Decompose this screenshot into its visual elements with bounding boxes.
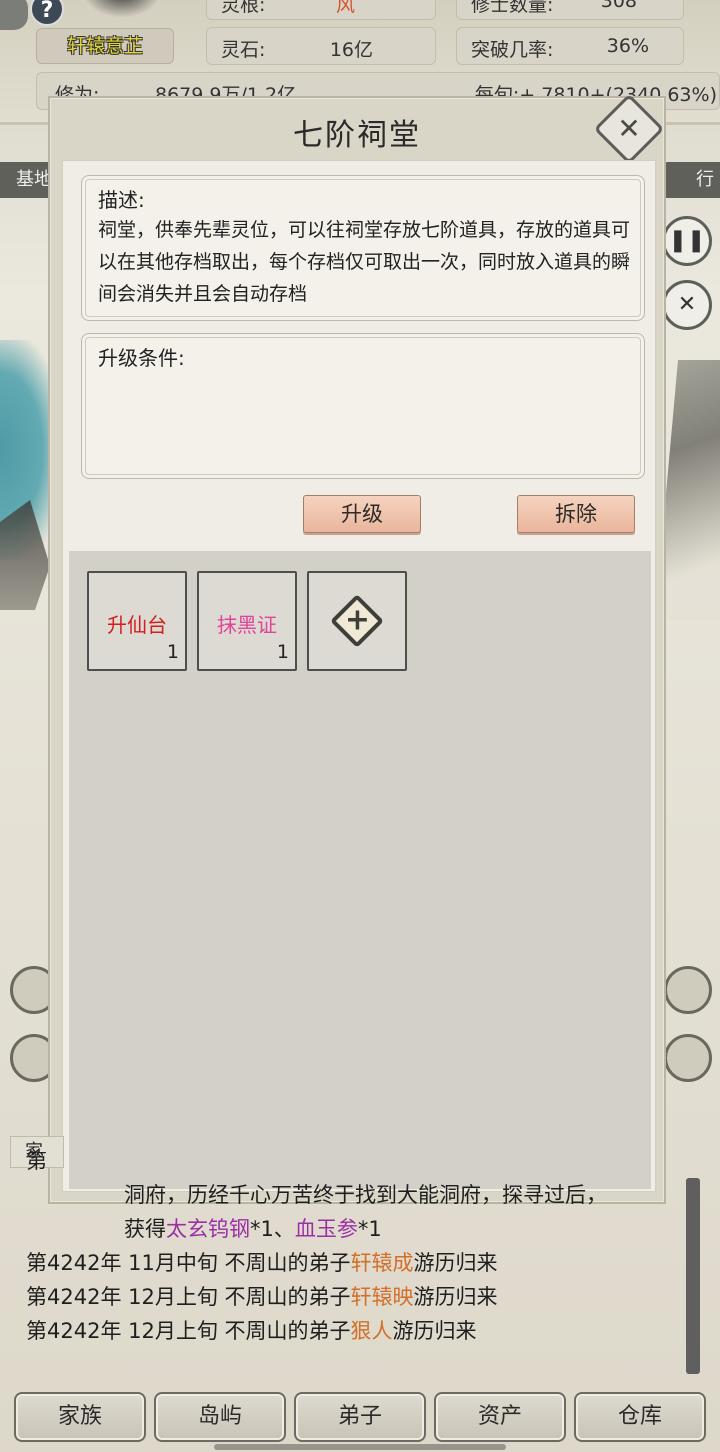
dialog-title: 七阶祠堂 — [293, 118, 421, 153]
log-disciple-name: 轩辕映 — [350, 1285, 414, 1309]
speed-button[interactable]: ✕ — [662, 280, 712, 330]
log-line: 第4242年 12月上旬 不周山的弟子轩辕映游历归来 — [26, 1280, 686, 1314]
event-log: 家 第 洞府，历经千心万苦终于找到大能洞府，探寻过后， 获得太玄钨钢*1、血玉参… — [0, 1134, 720, 1384]
spirit-stone-stat: 灵石: 16亿 — [206, 27, 436, 65]
spirit-root-stat: 灵根: 风 — [206, 0, 436, 20]
nav-island-button[interactable]: 岛屿 — [154, 1392, 286, 1442]
remove-button[interactable]: 拆除 — [517, 495, 635, 533]
log-line-text: 洞府，历经千心万苦终于找到大能洞府，探寻过后， — [124, 1183, 607, 1207]
log-line: 获得太玄钨钢*1、血玉参*1 — [26, 1212, 686, 1246]
log-line-text: 不周山的弟子 — [217, 1319, 351, 1343]
crossed-swords-icon: ✕ — [677, 292, 697, 317]
nav-warehouse-button[interactable]: 仓库 — [574, 1392, 706, 1442]
log-scrollbar[interactable] — [686, 1178, 700, 1374]
log-item-name: 太玄钨钢 — [166, 1217, 250, 1241]
log-line-text: 获得 — [124, 1217, 166, 1241]
item-count: 1 — [276, 641, 289, 663]
pause-icon: ❚❚ — [668, 228, 706, 253]
log-line-text: 不周山的弟子 — [217, 1251, 351, 1275]
log-line-prefix: 第 — [26, 1149, 47, 1173]
notice-shortcut[interactable] — [664, 966, 712, 1014]
log-date: 第4242年 11月中旬 — [26, 1251, 218, 1275]
spirit-root-value: 风 — [335, 0, 355, 16]
requirements-label: 升级条件: — [98, 346, 185, 370]
spirit-root-label: 灵根: — [221, 0, 266, 16]
log-line: 第4242年 12月上旬 不周山的弟子狠人游历归来 — [26, 1314, 686, 1348]
log-list: 第 洞府，历经千心万苦终于找到大能洞府，探寻过后， 获得太玄钨钢*1、血玉参*1… — [26, 1149, 686, 1348]
breakthrough-value: 36% — [606, 35, 649, 57]
log-line: 第 — [26, 1144, 686, 1178]
nav-family-button[interactable]: 家族 — [14, 1392, 146, 1442]
spirit-stone-value: 16亿 — [329, 39, 373, 61]
log-item-name: 血玉参 — [294, 1217, 358, 1241]
description-label: 描述: — [98, 188, 145, 212]
log-line-text: 游历归来 — [413, 1285, 498, 1309]
cultivators-stat: 修士数量: 308 — [456, 0, 684, 20]
ancestral-hall-dialog: 七阶祠堂 ✕ 描述: 祠堂，供奉先辈灵位，可以往祠堂存放七阶道具，存放的道具可以… — [48, 93, 666, 1204]
close-icon: ✕ — [617, 112, 641, 145]
menu-tab[interactable] — [0, 0, 28, 30]
add-item-slot[interactable]: + — [307, 571, 407, 671]
plus-icon: + — [330, 594, 384, 648]
log-line-text: *1 — [357, 1217, 382, 1241]
home-indicator[interactable] — [214, 1444, 506, 1450]
bottom-nav: 家族 岛屿 弟子 资产 仓库 — [0, 1388, 720, 1452]
log-line: 洞府，历经千心万苦终于找到大能洞府，探寻过后， — [26, 1178, 686, 1212]
cultivators-label: 修士数量: — [471, 0, 554, 16]
breakthrough-label: 突破几率: — [471, 39, 554, 61]
upgrade-button[interactable]: 升级 — [303, 495, 421, 533]
item-slot[interactable]: 升仙台 1 — [87, 571, 187, 671]
log-line-text: 不周山的弟子 — [217, 1285, 351, 1309]
side-tab-right-label: 行 — [696, 169, 714, 190]
item-count: 1 — [166, 641, 179, 663]
log-date: 第4242年 12月上旬 — [26, 1319, 218, 1343]
item-slot[interactable]: 抹黑证 1 — [197, 571, 297, 671]
side-tab-right[interactable]: 行 — [658, 162, 720, 198]
breakthrough-stat: 突破几率: 36% — [456, 27, 684, 65]
dialog-body: 描述: 祠堂，供奉先辈灵位，可以往祠堂存放七阶道具，存放的道具可以在其他存档取出… — [62, 160, 656, 1192]
description-text: 祠堂，供奉先辈灵位，可以往祠堂存放七阶道具，存放的道具可以在其他存档取出，每个存… — [98, 219, 631, 305]
stored-items-grid: 升仙台 1 抹黑证 1 + — [69, 551, 651, 1189]
nav-assets-button[interactable]: 资产 — [434, 1392, 566, 1442]
log-date: 第4242年 12月上旬 — [26, 1285, 218, 1309]
log-line: 第4242年 11月中旬 不周山的弟子轩辕成游历归来 — [26, 1246, 686, 1280]
item-name: 升仙台 — [107, 613, 167, 637]
log-disciple-name: 狠人 — [350, 1319, 393, 1343]
nav-disciple-button[interactable]: 弟子 — [294, 1392, 426, 1442]
avatar[interactable] — [82, 0, 162, 18]
side-tab-left-label: 基地 — [16, 169, 52, 190]
player-name: 轩辕意芷 — [36, 28, 174, 64]
item-name: 抹黑证 — [217, 613, 277, 637]
help-icon[interactable]: ? — [30, 0, 64, 26]
requirements-panel: 升级条件: — [81, 333, 645, 479]
pause-button[interactable]: ❚❚ — [662, 216, 712, 266]
log-line-text: 游历归来 — [413, 1251, 498, 1275]
cultivators-value: 308 — [600, 0, 637, 12]
log-line-text: *1、 — [250, 1217, 295, 1241]
log-line-text: 游历归来 — [392, 1319, 477, 1343]
description-panel: 描述: 祠堂，供奉先辈灵位，可以往祠堂存放七阶道具，存放的道具可以在其他存档取出… — [81, 175, 645, 321]
settings-shortcut[interactable] — [664, 1034, 712, 1082]
spirit-stone-label: 灵石: — [221, 39, 266, 61]
log-disciple-name: 轩辕成 — [350, 1251, 414, 1275]
